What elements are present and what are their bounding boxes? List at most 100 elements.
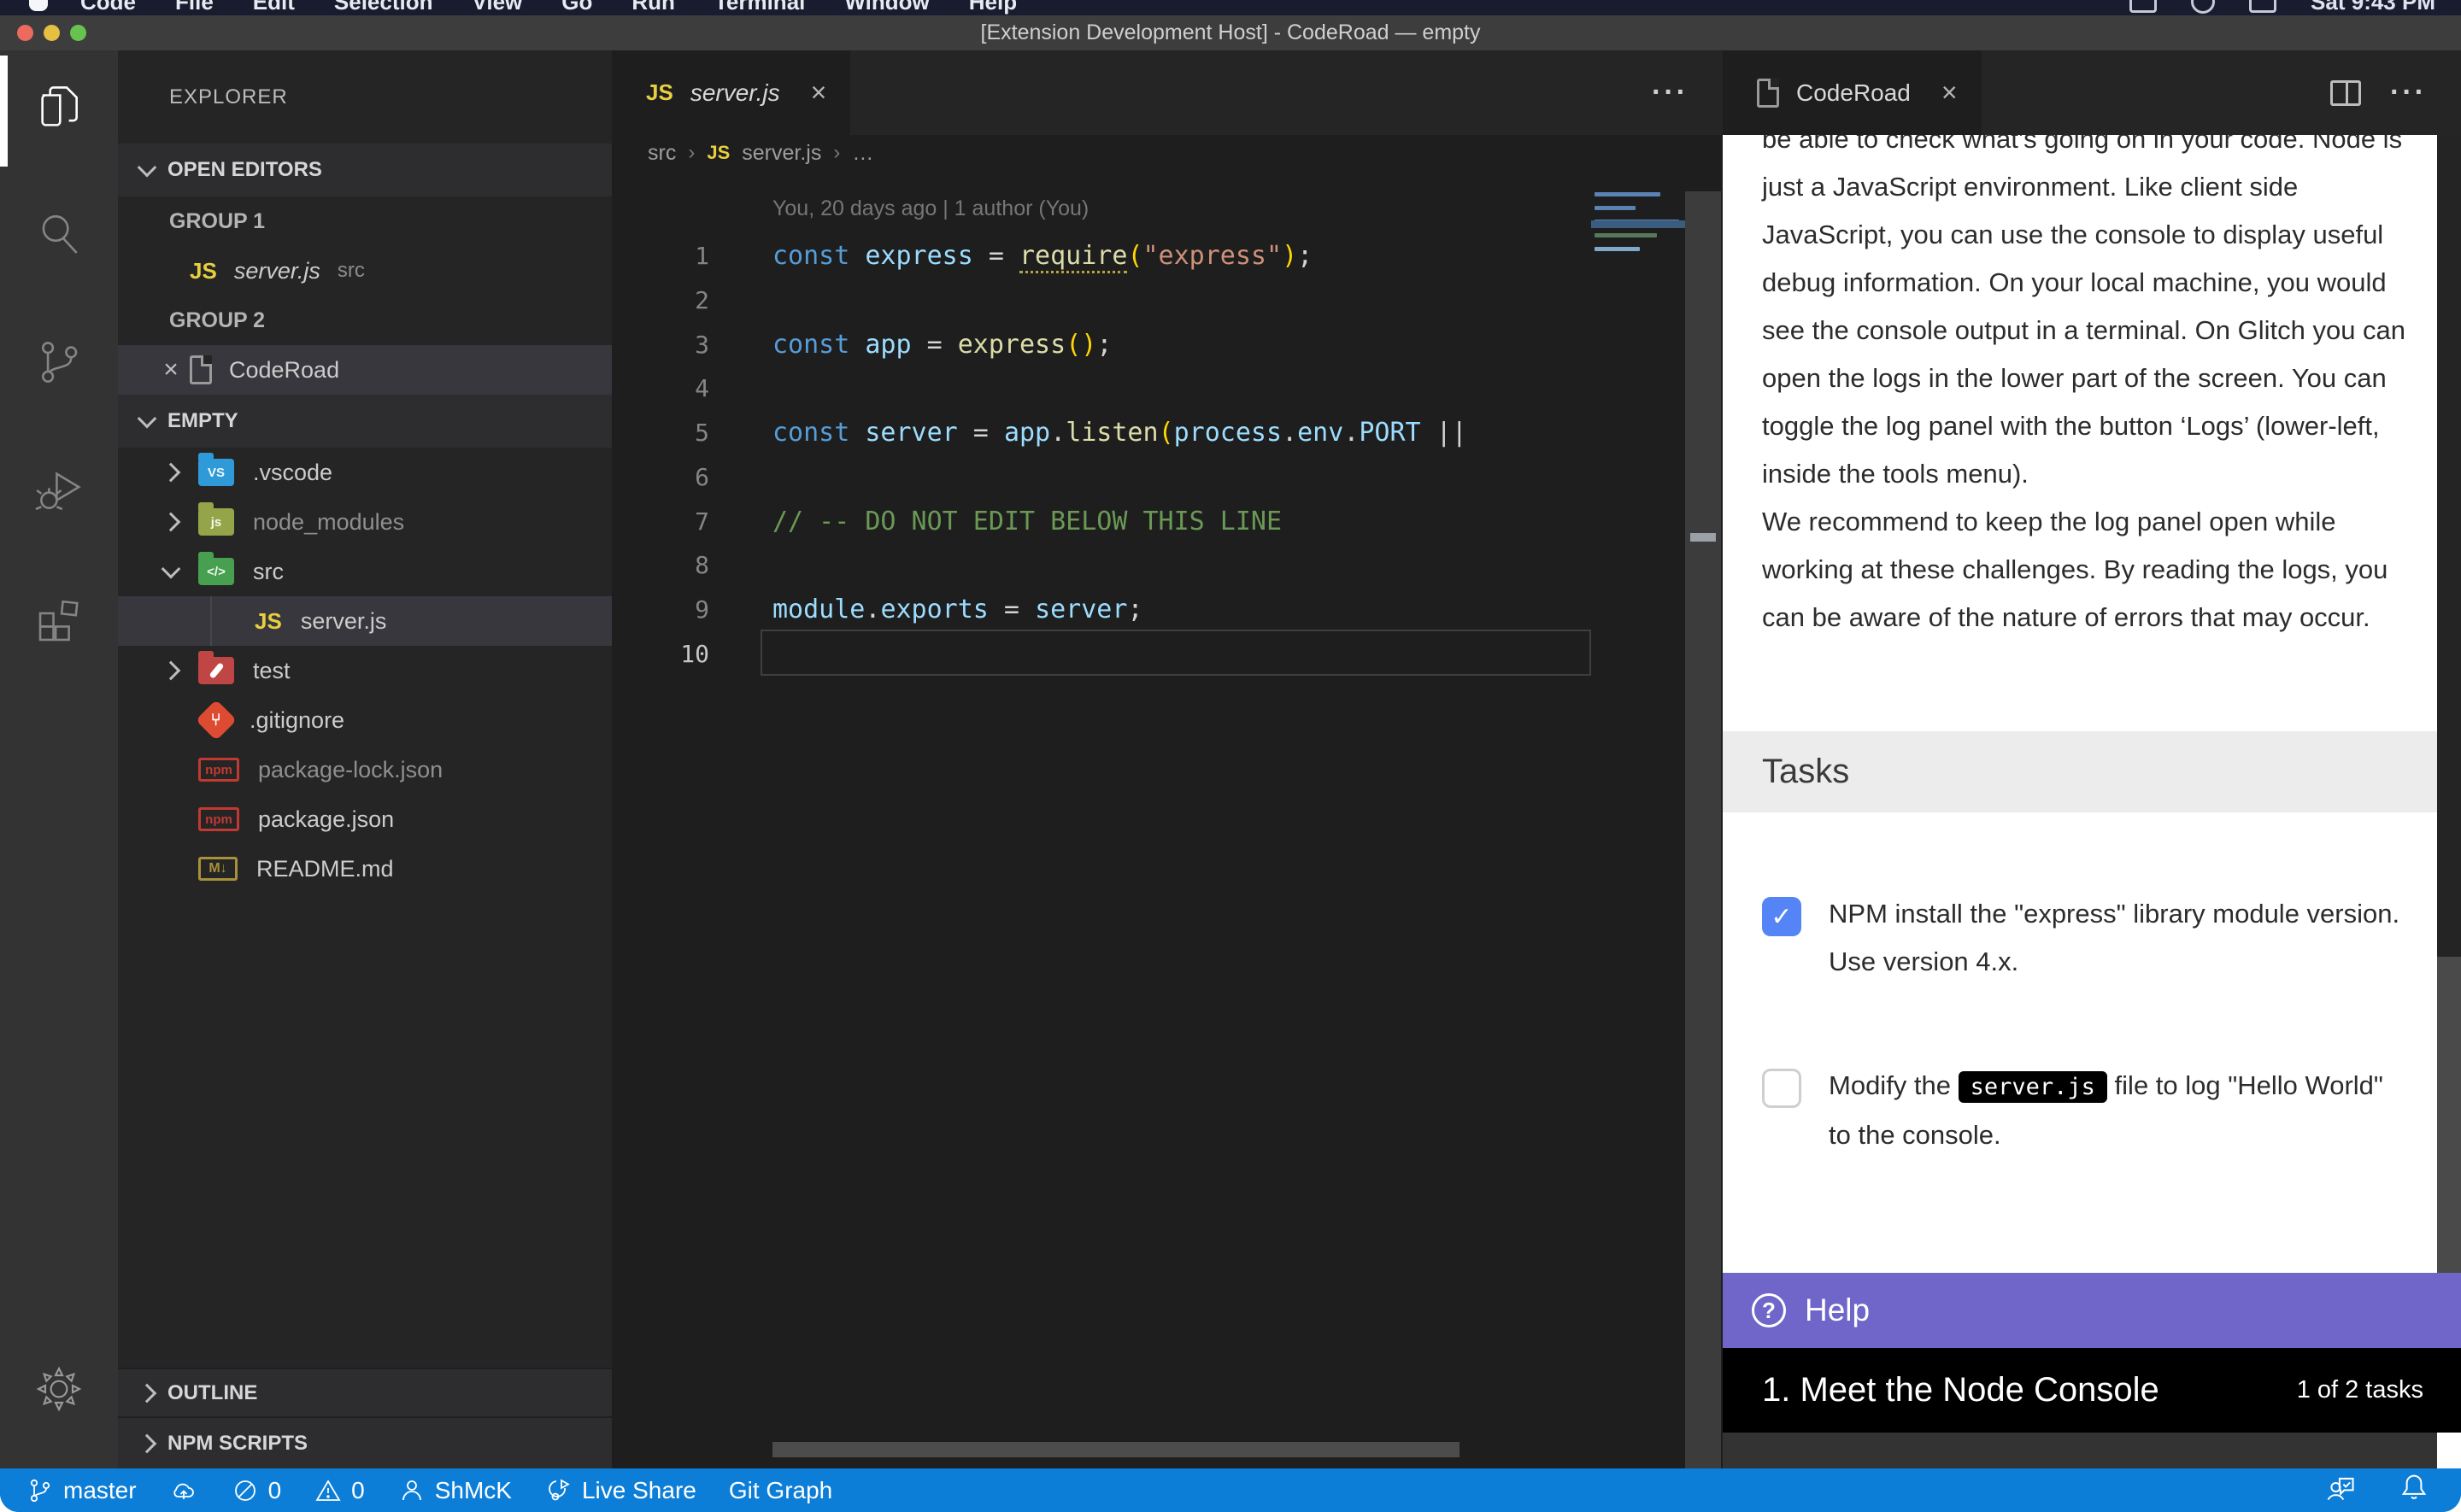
status-item-git-graph[interactable]: Git Graph [729,1477,832,1504]
gitlens-annotation[interactable]: You, 20 days ago | 1 author (You) [772,196,1089,221]
feedback-icon[interactable] [2324,1471,2357,1509]
status-item-shmck[interactable]: ShMcK [397,1476,512,1505]
menu-code[interactable]: Code [80,0,136,15]
close-editor-icon[interactable]: × [152,355,190,384]
panel-scrollbar-thumb[interactable] [2437,135,2461,957]
editor-scrollbar[interactable] [1685,191,1721,1468]
open-editors-header[interactable]: OPEN EDITORS [118,144,612,196]
menubar-status-icon[interactable] [2249,0,2276,13]
line-number: 10 [612,640,709,668]
tree-item--vscode[interactable]: VS.vscode [118,448,612,497]
tree-item-server-js[interactable]: JSserver.js [118,596,612,646]
chevron-right-icon [138,1383,157,1403]
minimap[interactable] [1591,191,1685,413]
sidebar-item-run-debug[interactable] [0,448,118,533]
breadcrumb-item[interactable]: … [852,141,873,166]
code-editor[interactable]: You, 20 days ago | 1 author (You) 1const… [612,171,1723,1468]
task-item: ✓NPM install the "express" library modul… [1762,890,2410,986]
npm-scripts-section-header[interactable]: NPM SCRIPTS [118,1416,612,1468]
line-number: 4 [612,374,709,402]
horizontal-scrollbar[interactable] [772,1442,1460,1457]
tree-item-package-json[interactable]: npmpackage.json [118,794,612,844]
menu-window[interactable]: Window [844,0,929,15]
window-titlebar[interactable]: [Extension Development Host] - CodeRoad … [0,15,2461,50]
menu-help[interactable]: Help [969,0,1017,15]
markdown-icon: M↓ [198,857,238,881]
task-item: Modify the server.js file to log "Hello … [1762,1062,2410,1159]
zoom-window-button[interactable] [70,25,86,41]
code-line: 7// -- DO NOT EDIT BELOW THIS LINE [612,499,1723,543]
help-button[interactable]: ? Help [1723,1273,2461,1348]
breadcrumb-item[interactable]: src [648,141,676,166]
sidebar-item-explorer[interactable] [0,66,118,151]
sidebar-item-search[interactable] [0,191,118,277]
minimap-slider[interactable] [1591,220,1685,228]
menubar-status-icon[interactable] [2191,0,2215,14]
line-number: 7 [612,507,709,536]
search-icon [32,208,85,261]
src-folder-icon: </> [198,558,234,585]
apple-logo-icon[interactable] [29,0,48,11]
status-item-master[interactable]: master [26,1476,137,1505]
chevron-right-icon [138,1433,157,1453]
editor-more-actions-icon[interactable]: ··· [1652,76,1689,109]
menu-view[interactable]: View [473,0,523,15]
task-text: Modify the server.js file to log "Hello … [1829,1062,2410,1159]
source-control-icon [32,336,85,389]
sidebar-item-source-control[interactable] [0,319,118,405]
tree-item-src[interactable]: </>src [118,547,612,596]
chevron-right-icon [162,661,181,681]
open-editors-list: GROUP 1JSserver.jssrcGROUP 2×CodeRoad [118,196,612,395]
tree-item--gitignore[interactable]: ⑂.gitignore [118,695,612,745]
breadcrumb-item[interactable]: server.js [742,141,821,166]
tree-item-readme-md[interactable]: M↓README.md [118,844,612,894]
sidebar-title: EXPLORER [118,50,612,144]
status-item-live-share[interactable]: Live Share [544,1476,696,1505]
open-editor-item[interactable]: ×CodeRoad [118,345,612,395]
npm-scripts-label: NPM SCRIPTS [167,1432,308,1456]
menu-go[interactable]: Go [561,0,592,15]
js-file-icon: JS [190,258,217,284]
folder-section-header[interactable]: EMPTY [118,395,612,448]
menu-edit[interactable]: Edit [253,0,295,15]
menubar-status-area: Sat 9:43 PM [2129,0,2435,15]
tree-item-test[interactable]: test [118,646,612,695]
window-title: [Extension Development Host] - CodeRoad … [981,21,1481,45]
js-file-icon: JS [646,79,673,106]
sidebar-item-extensions[interactable] [0,578,118,664]
js-file-icon: JS [707,142,730,164]
tasks-header: Tasks [1723,731,2461,812]
menu-selection[interactable]: Selection [334,0,433,15]
close-window-button[interactable] [17,25,33,41]
tree-item-package-lock-json[interactable]: npmpackage-lock.json [118,745,612,794]
code-text: const express = require("express"); [772,241,1313,271]
lesson-bar[interactable]: 1. Meet the Node Console 1 of 2 tasks [1723,1348,2461,1433]
minimize-window-button[interactable] [44,25,60,41]
outline-section-header[interactable]: OUTLINE [118,1368,612,1416]
tab-coderoad[interactable]: CodeRoad × [1723,50,1982,135]
group-label: GROUP 1 [118,209,265,234]
lesson-progress: 1 of 2 tasks [2297,1376,2423,1404]
menubar-clock[interactable]: Sat 9:43 PM [2311,0,2435,15]
menubar-status-icon[interactable] [2129,0,2157,13]
split-editor-icon[interactable] [2330,80,2361,106]
tree-item-node-modules[interactable]: jsnode_modules [118,497,612,547]
menu-file[interactable]: File [175,0,214,15]
close-tab-icon[interactable]: × [811,77,827,108]
panel-more-actions-icon[interactable]: ··· [2390,76,2427,109]
breadcrumb-separator: › [833,141,840,165]
status-item-0[interactable]: 0 [231,1476,282,1505]
task-checkbox[interactable] [1762,1069,1801,1108]
status-item-0[interactable]: 0 [314,1476,365,1505]
menu-run[interactable]: Run [631,0,675,15]
cloud-upload-icon [169,1476,198,1505]
task-checkbox[interactable]: ✓ [1762,897,1801,936]
settings-gear-icon[interactable] [0,1346,118,1432]
status-item-cloud-upload[interactable] [169,1476,198,1505]
open-editor-item[interactable]: JSserver.jssrc [118,246,612,296]
tab-server-js[interactable]: JS server.js × [612,50,850,135]
close-tab-icon[interactable]: × [1941,77,1958,108]
menu-terminal[interactable]: Terminal [714,0,805,15]
menubar-items: Code File Edit Selection View Go Run Terminal Wi… [80,0,1056,15]
notifications-bell-icon[interactable] [2398,1471,2430,1509]
